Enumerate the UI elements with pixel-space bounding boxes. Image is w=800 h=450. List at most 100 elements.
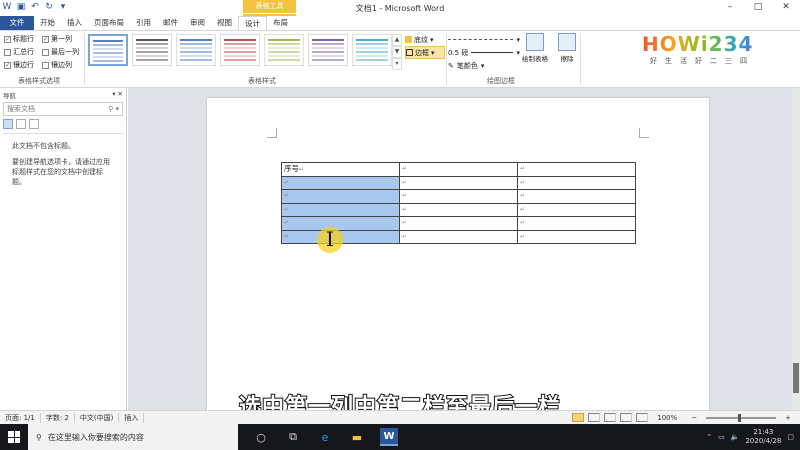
page-count[interactable]: 页面: 1/1 (0, 412, 41, 423)
checkbox-icon (42, 48, 49, 56)
zoom-slider[interactable] (706, 413, 777, 422)
table-cell[interactable]: ↵ (517, 202, 636, 217)
table-cell[interactable]: ↵ (399, 229, 518, 244)
table-cell-selected[interactable]: ↵ (281, 189, 400, 204)
table-cell-selected[interactable]: ↵ (281, 175, 400, 190)
edge-icon[interactable]: e (316, 428, 334, 446)
volume-icon[interactable]: 🔈 (731, 433, 740, 441)
table-cell[interactable]: ↵ (517, 162, 636, 177)
gallery-scroll: ▲ ▼ ▾ (392, 34, 402, 74)
table-style-thumbnail[interactable] (88, 34, 128, 66)
tab-view[interactable]: 视图 (211, 16, 238, 30)
minimize-button[interactable]: – (716, 0, 744, 14)
print-layout-view-icon[interactable] (572, 413, 585, 422)
table-cell-header[interactable]: 序号↵ (281, 162, 400, 177)
clock[interactable]: 21:43 2020/4/28 (745, 428, 781, 446)
gallery-up-icon[interactable]: ▲ (392, 34, 402, 46)
ibeam-cursor-icon: I (326, 227, 334, 251)
close-button[interactable]: ✕ (772, 0, 800, 14)
option-header-row[interactable]: ✓ 标题行 (4, 33, 42, 45)
outline-view-icon[interactable] (620, 413, 633, 422)
cortana-icon[interactable]: ○ (252, 428, 270, 446)
table-style-thumbnail[interactable] (132, 34, 172, 66)
tab-layout[interactable]: 布局 (267, 16, 294, 30)
nav-pane-close-icon[interactable]: ▾ ✕ (112, 90, 123, 98)
zoom-level[interactable]: 100% (652, 414, 682, 422)
task-view-icon[interactable]: ⧉ (284, 428, 302, 446)
shading-border-group: 底纹 ▾ 边框 ▾ (405, 33, 445, 59)
divider (84, 33, 85, 85)
table-cell-selected[interactable]: ↵ (281, 216, 400, 231)
word-count[interactable]: 字数: 2 (41, 412, 75, 423)
gallery-more-icon[interactable]: ▾ (392, 58, 402, 70)
table-style-thumbnail[interactable] (352, 34, 392, 66)
zoom-out-icon[interactable]: − (686, 414, 702, 422)
eraser-button[interactable]: 擦除 (554, 33, 580, 63)
checkbox-icon (4, 48, 11, 56)
table-style-thumbnail[interactable] (308, 34, 348, 66)
vertical-scrollbar[interactable] (792, 88, 800, 410)
table-cell[interactable]: ↵ (399, 189, 518, 204)
option-total-row[interactable]: 汇总行 (4, 46, 42, 58)
word-taskbar-icon[interactable]: W (380, 428, 398, 446)
tab-insert[interactable]: 插入 (61, 16, 88, 30)
results-view-icon[interactable] (29, 119, 39, 129)
pen-weight-dropdown[interactable]: 0.5 磅 ▾ (448, 46, 520, 59)
tab-home[interactable]: 开始 (34, 16, 61, 30)
start-button[interactable] (0, 424, 28, 450)
table-style-thumbnail[interactable] (264, 34, 304, 66)
option-banded-columns[interactable]: 镶边列 (42, 59, 84, 71)
pen-color-dropdown[interactable]: ✎ 笔颜色 ▾ (448, 59, 520, 72)
draft-view-icon[interactable] (636, 413, 649, 422)
tab-review[interactable]: 审阅 (184, 16, 211, 30)
zoom-in-icon[interactable]: + (780, 414, 796, 422)
table-style-thumbnail[interactable] (176, 34, 216, 66)
ribbon-tabs: 文件 开始 插入 页面布局 引用 邮件 审阅 视图 设计 布局 (0, 14, 800, 30)
taskbar-search-input[interactable]: ⚲ 在这里输入你要搜索的内容 (28, 424, 238, 450)
pages-view-icon[interactable] (16, 119, 26, 129)
shading-button[interactable]: 底纹 ▾ (405, 33, 445, 46)
table-cell[interactable]: ↵ (399, 175, 518, 190)
insert-mode[interactable]: 插入 (119, 412, 145, 423)
table-cell[interactable]: ↵ (517, 229, 636, 244)
watermark-logo: ᕼOWi234 好生活好二三四 (642, 32, 772, 72)
table-cell[interactable]: ↵ (399, 162, 518, 177)
nav-view-tabs (3, 119, 123, 129)
table-cell-selected[interactable]: ↵ (281, 202, 400, 217)
gallery-down-icon[interactable]: ▼ (392, 46, 402, 58)
pen-style-dropdown[interactable]: ▾ (448, 33, 520, 46)
restore-button[interactable]: □ (744, 0, 772, 14)
table-cell[interactable]: ↵ (517, 189, 636, 204)
borders-button[interactable]: 边框 ▾ (405, 46, 445, 59)
taskbar: ⚲ 在这里输入你要搜索的内容 ○ ⧉ e ▬ W ⌃ ▭ 🔈 21:43 202… (0, 424, 800, 450)
draw-table-button[interactable]: 绘制表格 (522, 33, 548, 63)
notifications-icon[interactable]: ▢ (787, 433, 794, 441)
tab-design[interactable]: 设计 (238, 16, 267, 30)
navigation-pane: 导航 ▾ ✕ 搜索文档 ⚲ ▾ 此文档不包含标题。 要创建导航选项卡，请通过应用标题… (0, 88, 127, 410)
document-page[interactable] (207, 98, 709, 410)
option-first-column[interactable]: ✓ 第一列 (42, 33, 84, 45)
search-icon[interactable]: ⚲ ▾ (108, 105, 119, 113)
table-cell[interactable]: ↵ (517, 175, 636, 190)
web-layout-view-icon[interactable] (604, 413, 617, 422)
option-last-column[interactable]: 最后一列 (42, 46, 84, 58)
reading-view-icon[interactable] (588, 413, 601, 422)
crop-mark (267, 128, 277, 138)
headings-view-icon[interactable] (3, 119, 13, 129)
nav-search-input[interactable]: 搜索文档 ⚲ ▾ (3, 102, 123, 116)
table-row: ↵ ↵ ↵ (281, 202, 636, 217)
language-indicator[interactable]: 中文(中国) (75, 412, 120, 423)
table-cell[interactable]: ↵ (517, 216, 636, 231)
table-cell[interactable]: ↵ (399, 202, 518, 217)
option-banded-rows[interactable]: ✓ 镶边行 (4, 59, 42, 71)
table-style-thumbnail[interactable] (220, 34, 260, 66)
table-cell[interactable]: ↵ (399, 216, 518, 231)
file-explorer-icon[interactable]: ▬ (348, 428, 366, 446)
tab-mailings[interactable]: 邮件 (157, 16, 184, 30)
tab-page-layout[interactable]: 页面布局 (88, 16, 130, 30)
tray-up-icon[interactable]: ⌃ (706, 433, 712, 441)
network-icon[interactable]: ▭ (718, 433, 725, 441)
tab-file[interactable]: 文件 (0, 16, 34, 30)
status-bar: 页面: 1/1 字数: 2 中文(中国) 插入 100% − + (0, 410, 800, 424)
tab-references[interactable]: 引用 (130, 16, 157, 30)
